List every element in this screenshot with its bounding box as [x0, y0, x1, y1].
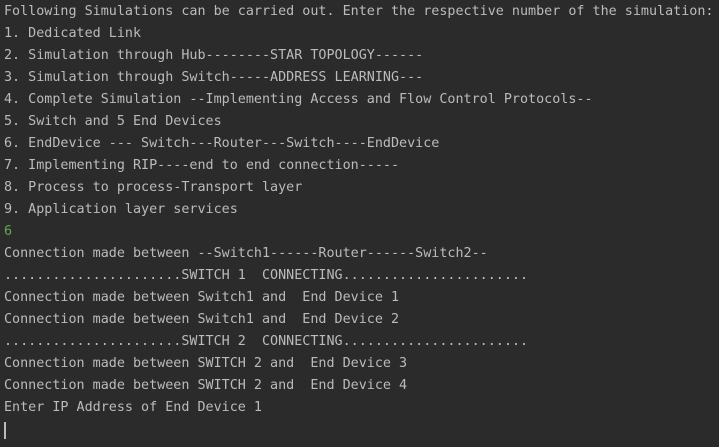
- menu-line: 9. Application layer services: [4, 202, 238, 217]
- output-line: Connection made between --Switch1------R…: [4, 246, 488, 261]
- menu-line: 5. Switch and 5 End Devices: [4, 114, 222, 129]
- menu-line: 1. Dedicated Link: [4, 26, 142, 41]
- output-line: Connection made between Switch1 and End …: [4, 290, 400, 305]
- menu-line: 6. EndDevice --- Switch---Router---Switc…: [4, 136, 440, 151]
- output-line: Connection made between Switch1 and End …: [4, 312, 400, 327]
- output-line: ......................SWITCH 2 CONNECTIN…: [4, 334, 529, 349]
- menu-line: 4. Complete Simulation --Implementing Ac…: [4, 92, 593, 107]
- user-input-echo: 6: [4, 224, 13, 239]
- input-line[interactable]: [4, 422, 719, 444]
- console-output[interactable]: Following Simulations can be carried out…: [0, 0, 719, 447]
- menu-line: 2. Simulation through Hub--------STAR TO…: [4, 48, 424, 63]
- output-line: Enter IP Address of End Device 1: [4, 400, 262, 415]
- menu-line: 7. Implementing RIP----end to end connec…: [4, 158, 400, 173]
- output-line: Connection made between SWITCH 2 and End…: [4, 378, 408, 393]
- output-line: Connection made between SWITCH 2 and End…: [4, 356, 408, 371]
- output-line: ......................SWITCH 1 CONNECTIN…: [4, 268, 529, 283]
- menu-line: Following Simulations can be carried out…: [4, 4, 714, 19]
- menu-line: 3. Simulation through Switch-----ADDRESS…: [4, 70, 424, 85]
- menu-line: 8. Process to process-Transport layer: [4, 180, 303, 195]
- text-cursor: [4, 422, 6, 439]
